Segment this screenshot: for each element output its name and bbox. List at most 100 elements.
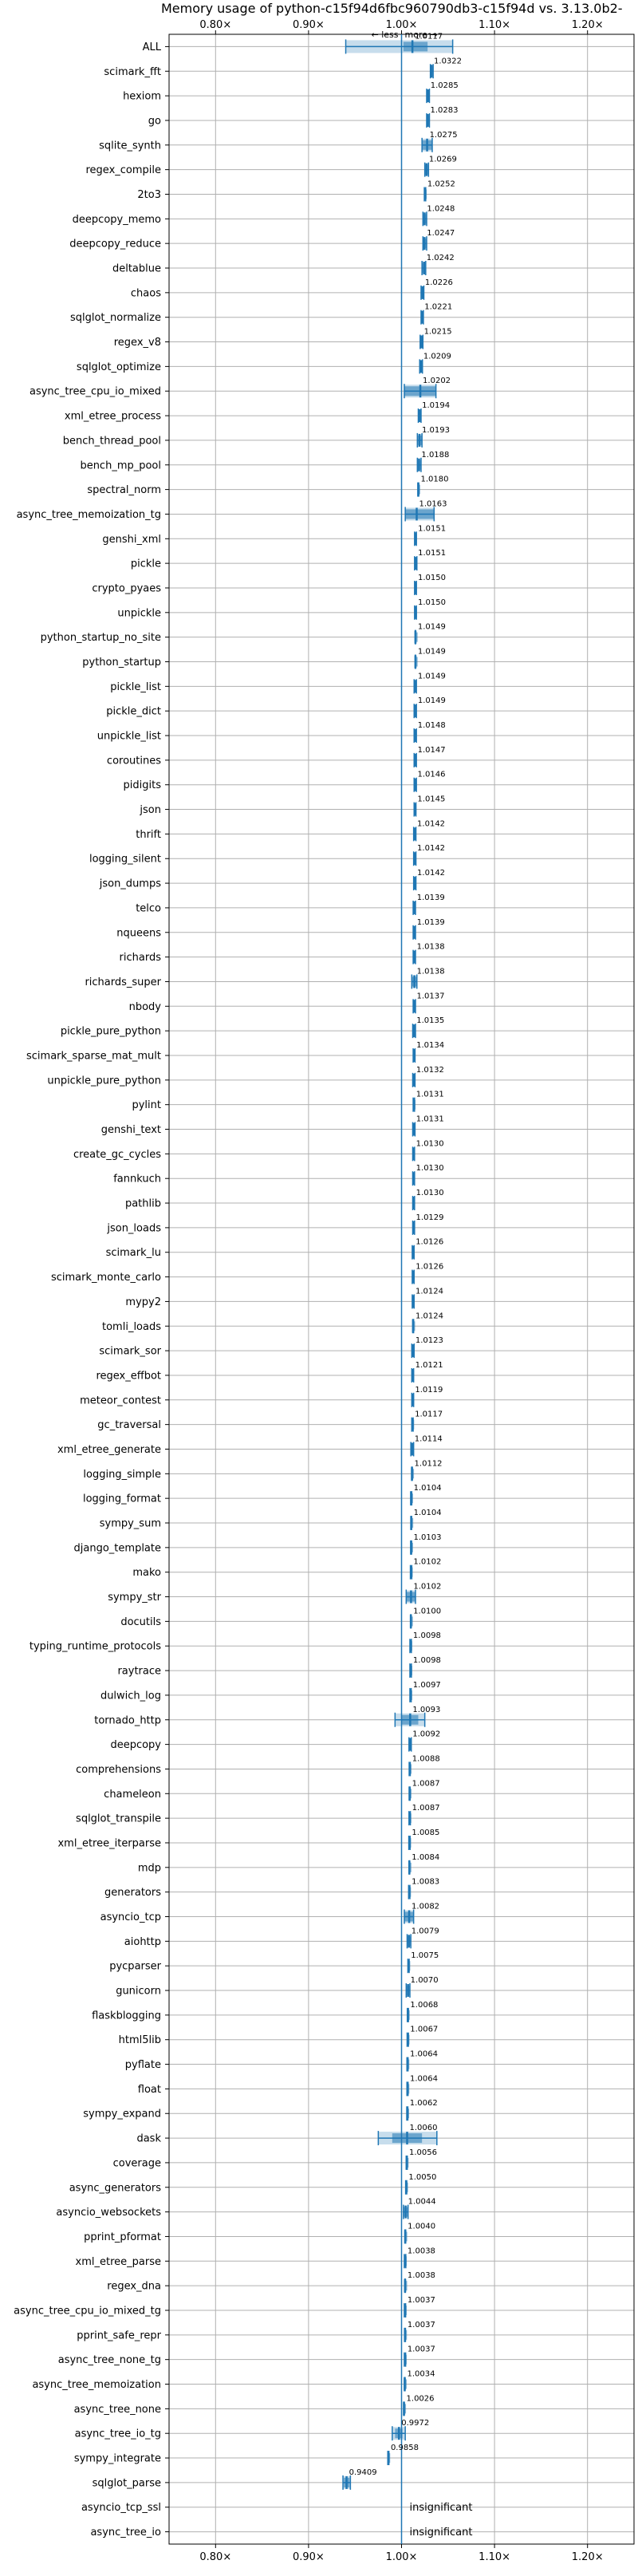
benchmark-label: tomli_loads (102, 1321, 161, 1333)
benchmark-label: nqueens (116, 927, 161, 939)
benchmark-label: go (148, 115, 161, 127)
value-label: 1.0075 (411, 1951, 439, 1960)
benchmark-label: async_tree_none_tg (58, 2354, 161, 2366)
benchmark-label: nbody (129, 1001, 162, 1013)
benchmark-label: generators (104, 1887, 161, 1899)
benchmark-label: async_tree_io_tg (75, 2428, 161, 2440)
value-label: 1.0148 (418, 721, 446, 730)
benchmark-label: typing_runtime_protocols (30, 1641, 161, 1653)
benchmark-label: raytrace (117, 1666, 161, 1678)
less-label: ← less (372, 30, 399, 40)
value-label: 1.0037 (408, 2321, 435, 2329)
value-label: 1.0102 (413, 1558, 441, 1567)
value-label: 0.9858 (391, 2444, 419, 2452)
value-label: 1.0117 (415, 1410, 443, 1419)
x-tick-label-bottom: 1.00× (386, 2551, 418, 2563)
value-label: 1.0269 (429, 156, 457, 164)
value-label: 0.9972 (401, 2419, 429, 2428)
benchmark-label: async_generators (69, 2182, 162, 2194)
value-label: 1.0082 (412, 1903, 439, 1911)
value-label: 1.0050 (408, 2173, 436, 2182)
benchmark-label: pyflate (125, 2059, 161, 2071)
value-label: 1.0040 (408, 2222, 435, 2231)
value-label: 1.0085 (412, 1828, 439, 1837)
benchmark-label: flaskblogging (92, 2010, 161, 2022)
value-label: 1.0132 (416, 1066, 444, 1075)
benchmark-label: unpickle_list (97, 731, 161, 743)
value-label: 1.0026 (407, 2394, 435, 2403)
value-label: 0.9409 (349, 2468, 377, 2477)
value-label: 1.0150 (418, 598, 446, 607)
value-label: 1.0100 (413, 1607, 441, 1615)
benchmark-label: python_startup (82, 657, 161, 669)
value-label: 1.0193 (422, 426, 450, 435)
value-label: 1.0114 (415, 1434, 443, 1443)
benchmark-label: async_tree_none (74, 2404, 161, 2416)
benchmark-label: async_tree_cpu_io_mixed (30, 386, 161, 398)
value-label: 1.0149 (418, 696, 446, 705)
benchmark-label: bench_thread_pool (63, 435, 161, 447)
value-label: 1.0149 (418, 623, 446, 632)
benchmark-label: pprint_pformat (84, 2231, 161, 2243)
benchmark-label: pprint_safe_repr (77, 2329, 161, 2341)
benchmark-label: genshi_text (101, 1124, 161, 1136)
benchmark-label: scimark_sor (99, 1346, 161, 1358)
value-label: 1.0121 (415, 1361, 443, 1370)
value-label: 1.0283 (430, 106, 458, 115)
value-label: 1.0064 (410, 2050, 438, 2059)
value-label: 1.0139 (417, 918, 445, 927)
benchmark-label: pickle_list (110, 681, 161, 693)
value-label: 1.0134 (416, 1041, 444, 1050)
value-label: 1.0038 (408, 2247, 435, 2255)
value-label: 1.0034 (407, 2370, 435, 2379)
value-label: 1.0117 (415, 32, 443, 41)
value-label: 1.0062 (410, 2099, 438, 2108)
value-label: 1.0068 (410, 2001, 438, 2010)
value-label: 1.0215 (424, 328, 452, 337)
benchmark-label: python_startup_no_site (41, 632, 161, 644)
value-label: 1.0093 (412, 1706, 440, 1714)
value-label: 1.0037 (408, 2345, 435, 2354)
value-label: 1.0067 (410, 2026, 438, 2034)
value-label: 1.0146 (418, 771, 446, 779)
value-label: 1.0139 (417, 894, 445, 902)
value-label: 1.0104 (414, 1484, 442, 1493)
benchmark-label: regex_dna (107, 2281, 161, 2293)
benchmark-label: pickle_dict (106, 706, 161, 718)
value-label: 1.0247 (427, 229, 455, 238)
value-label: 1.0130 (416, 1164, 444, 1173)
value-label: 1.0044 (408, 2198, 436, 2207)
benchmark-label: pathlib (125, 1198, 161, 1210)
benchmark-label: coverage (113, 2157, 161, 2169)
value-label: 1.0037 (408, 2296, 435, 2305)
value-label: 1.0087 (412, 1804, 440, 1813)
value-label: 1.0097 (413, 1681, 441, 1690)
benchmark-label: scimark_fft (104, 66, 161, 78)
benchmark-label: mdp (138, 1862, 161, 1874)
benchmark-label: pickle_pure_python (61, 1026, 161, 1038)
x-tick-label-top: 0.90× (293, 19, 325, 31)
x-tick-label-top: 1.20× (572, 19, 604, 31)
benchmark-label: hexiom (123, 91, 161, 103)
benchmark-label: dask (136, 2133, 161, 2145)
benchmark-label: logging_format (83, 1493, 161, 1505)
benchmark-label: spectral_norm (87, 484, 161, 496)
benchmark-label: unpickle (117, 607, 161, 619)
benchmark-label: asyncio_tcp_ssl (81, 2502, 161, 2514)
value-label: 1.0138 (417, 967, 445, 976)
benchmark-label: chaos (131, 287, 161, 299)
benchmark-label: mypy2 (125, 1296, 161, 1308)
benchmark-label: deepcopy_reduce (69, 239, 161, 250)
benchmark-label: scimark_lu (106, 1247, 161, 1259)
value-label: 1.0070 (411, 1976, 439, 1985)
benchmark-label: async_tree_memoization (32, 2379, 161, 2391)
value-label: 1.0088 (412, 1754, 440, 1763)
benchmark-label: coroutines (107, 755, 161, 767)
benchmark-label: regex_compile (85, 164, 161, 176)
benchmark-label: sqlite_synth (99, 140, 161, 152)
benchmark-label: create_gc_cycles (73, 1149, 161, 1161)
benchmark-label: scimark_sparse_mat_mult (26, 1050, 161, 1062)
benchmark-label: richards (120, 952, 162, 964)
value-label: 1.0252 (427, 179, 455, 188)
x-tick-label-bottom: 1.20× (572, 2551, 604, 2563)
